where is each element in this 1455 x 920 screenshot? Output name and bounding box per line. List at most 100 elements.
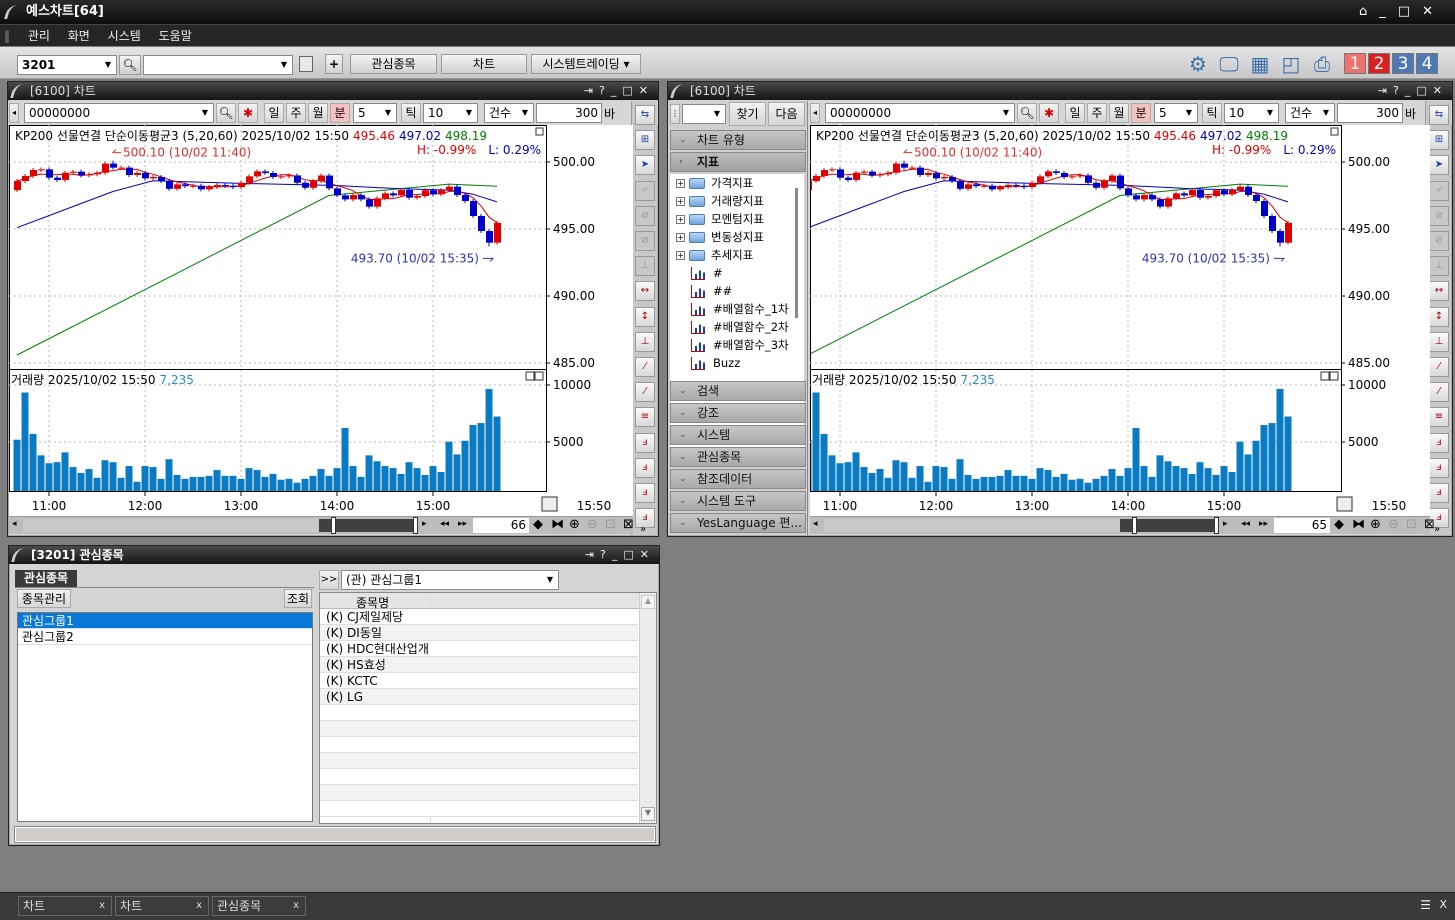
angle-line-icon[interactable]: ⁄: [635, 382, 655, 403]
tool-b-icon[interactable]: ⊘: [635, 205, 655, 226]
zoom-in-icon[interactable]: ⊕: [1370, 517, 1381, 532]
pane-close-icon[interactable]: [1329, 371, 1339, 381]
count-input[interactable]: 300: [1337, 103, 1403, 123]
find-button[interactable]: 찾기: [729, 102, 766, 126]
range-handle-right[interactable]: [413, 517, 418, 534]
help-icon[interactable]: ?: [1393, 84, 1405, 97]
range-handle-left[interactable]: [1132, 517, 1137, 534]
reset-icon[interactable]: ⊡: [1406, 517, 1417, 532]
close-icon[interactable]: x: [196, 897, 202, 915]
table-row[interactable]: (K) LG: [320, 689, 638, 705]
tree-scrollbar[interactable]: [795, 188, 798, 318]
next-button[interactable]: 다음: [768, 102, 805, 126]
tick-value-combo[interactable]: 10 ▼: [423, 103, 478, 123]
sidebar-section-bottom-3[interactable]: ⌄ 관심종목: [670, 447, 806, 467]
symbol-search-button[interactable]: 🔍︎: [1017, 103, 1037, 123]
price-chart[interactable]: 500.00 495.00 490.00 485.00 10000 5000 11:00 12…: [810, 125, 1430, 517]
fast-forward-icon[interactable]: ▸▸: [1259, 519, 1268, 529]
manage-items-button[interactable]: 종목관리: [17, 589, 71, 608]
menu-help[interactable]: 도움말: [159, 29, 192, 43]
price-chart[interactable]: 500.00 495.00 490.00 485.00 10000 5000 11:00 12…: [9, 125, 633, 517]
chart-zoom-icon[interactable]: [541, 496, 558, 512]
fast-forward-icon[interactable]: ▸▸: [458, 519, 467, 529]
count-type-combo[interactable]: 건수 ▼: [484, 103, 534, 123]
sidebar-section-bottom-0[interactable]: ⌄ 검색: [670, 381, 806, 401]
tree-indicator[interactable]: #배열함수_1차: [676, 300, 789, 318]
menu-manage[interactable]: 관리: [28, 29, 50, 43]
range-handle-right[interactable]: [1214, 517, 1219, 534]
tree-indicator[interactable]: ##: [676, 282, 732, 300]
tree-indicator[interactable]: #배열함수_2차: [676, 318, 789, 336]
expand-icon[interactable]: +: [676, 197, 685, 206]
detach-icon[interactable]: ⇥: [1378, 84, 1393, 97]
table-row[interactable]: [320, 721, 638, 737]
expand-icon[interactable]: +: [676, 215, 685, 224]
scroll-left-icon[interactable]: ◂: [12, 519, 17, 529]
close-icon[interactable]: x: [99, 897, 105, 915]
add-button[interactable]: +: [325, 54, 343, 74]
watchlist-button[interactable]: 관심종목: [350, 54, 437, 74]
gear-icon[interactable]: ⚙: [1185, 52, 1211, 76]
pane-maximize-icon[interactable]: [535, 127, 544, 136]
tree-indicator[interactable]: #: [676, 264, 723, 282]
detach-icon[interactable]: ⇥: [584, 84, 599, 97]
fibo-arc-icon[interactable]: ⅎ: [1429, 483, 1449, 503]
scroll-right-icon[interactable]: ▸: [422, 519, 427, 529]
period-button-1[interactable]: 주: [1087, 103, 1107, 123]
count-type-combo[interactable]: 건수 ▼: [1285, 103, 1335, 123]
tree-folder[interactable]: + 거래량지표: [676, 192, 764, 210]
table-row[interactable]: [320, 785, 638, 801]
search-button[interactable]: 🔍︎: [119, 55, 141, 75]
period-button-2[interactable]: 월: [308, 103, 328, 123]
chart-scrollbar[interactable]: ◂ ▸ ◂◂ ▸▸ 65 ◆ ⧓ ⊕ ⊖ ⊡ ⊠: [810, 516, 1435, 534]
sidebar-section-bottom-6[interactable]: ⌄ YesLanguage 편...: [670, 513, 806, 533]
expand-icon[interactable]: +: [676, 233, 685, 242]
tree-folder[interactable]: + 추세지표: [676, 246, 753, 264]
tool-c-icon[interactable]: ⊘: [635, 231, 655, 251]
overview-track[interactable]: [23, 519, 418, 532]
scroll-right-icon[interactable]: ▸: [1223, 519, 1228, 529]
fibo-line-icon[interactable]: ⅎ: [635, 432, 655, 453]
period-button-2[interactable]: 월: [1109, 103, 1129, 123]
table-row[interactable]: (K) DI동일: [320, 625, 638, 641]
count-input[interactable]: 300: [536, 103, 602, 123]
scroll-up-icon[interactable]: ▲: [641, 595, 655, 609]
tree-indicator[interactable]: #배열함수_3차: [676, 336, 789, 354]
symbol-search-clear-button[interactable]: ✱: [1039, 103, 1059, 123]
page-button-3[interactable]: 3: [1392, 53, 1414, 74]
tree-folder[interactable]: + 변동성지표: [676, 228, 764, 246]
table-row[interactable]: [320, 769, 638, 785]
home-icon[interactable]: ⌂: [1359, 4, 1379, 19]
expand-button[interactable]: >>: [319, 570, 339, 590]
tree-folder[interactable]: + 모멘텀지표: [676, 210, 764, 228]
pane-maximize-icon[interactable]: [1330, 127, 1339, 136]
horizontal-line-icon[interactable]: ↔: [635, 281, 655, 302]
fibo-fan-icon[interactable]: ⅎ: [1429, 457, 1449, 478]
table-row[interactable]: [320, 801, 638, 817]
period-value-combo[interactable]: 5 ▼: [353, 103, 397, 123]
fibo-fan-icon[interactable]: ⅎ: [635, 457, 655, 478]
period-button-3[interactable]: 분: [1131, 103, 1151, 123]
symbol-search-button[interactable]: 🔍︎: [216, 103, 236, 123]
screen-code-combo[interactable]: 3201 ▼: [17, 55, 117, 75]
pointer-icon[interactable]: ➤: [1429, 155, 1449, 176]
range-handle-left[interactable]: [331, 517, 336, 534]
table-row[interactable]: (K) HDC현대산업개: [320, 641, 638, 657]
vertical-line-icon[interactable]: ↕: [1429, 306, 1449, 327]
compare-icon[interactable]: ⊞: [1429, 130, 1449, 151]
zoom-end-icon[interactable]: ⧓: [1352, 517, 1365, 532]
page-button-2[interactable]: 2: [1368, 53, 1390, 74]
printer-icon[interactable]: ⎙: [1309, 52, 1335, 76]
refresh-icon[interactable]: ⇆: [1429, 105, 1449, 125]
toolbar-scroll-left-icon[interactable]: ◂: [9, 103, 19, 123]
close-chart-icon[interactable]: ⊠: [623, 517, 634, 532]
cross-line-icon[interactable]: ⊥: [1429, 331, 1449, 352]
vertical-line-icon[interactable]: ↕: [635, 306, 655, 327]
group-item[interactable]: 관심그룹1: [18, 613, 312, 629]
sidebar-search-combo[interactable]: ▼: [682, 104, 726, 124]
window-icon[interactable]: ◰: [1278, 52, 1304, 76]
expand-icon[interactable]: +: [676, 251, 685, 260]
chart-zoom-icon[interactable]: [1336, 496, 1353, 512]
parallel-lines-icon[interactable]: ≡: [1429, 407, 1449, 428]
symbol-search-clear-button[interactable]: ✱: [238, 103, 258, 123]
